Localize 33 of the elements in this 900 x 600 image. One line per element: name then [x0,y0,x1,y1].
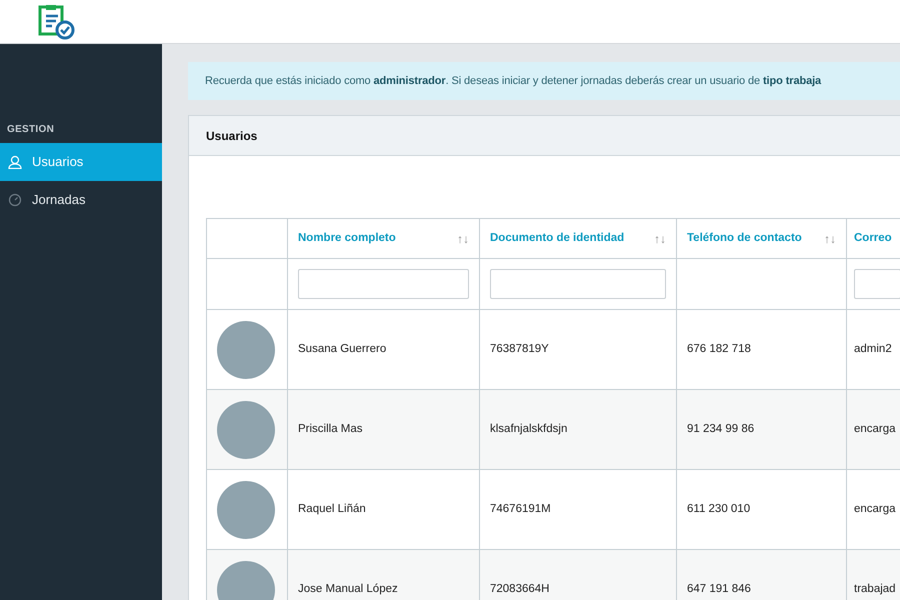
gauge-icon [8,193,22,207]
card-header: Usuarios [189,116,900,156]
table-cell: 76387819Y [490,342,549,355]
column-header[interactable]: Teléfono de contacto [687,230,802,248]
filter-field[interactable] [854,269,900,299]
table-cell: admin2 [854,342,892,355]
filter-field[interactable] [298,269,469,299]
sidebar-item[interactable]: Usuarios [0,143,162,181]
sidebar-section-title: GESTION [6,123,56,137]
table-cell: 676 182 718 [687,342,751,355]
table-cell: Jose Manual López [298,582,398,595]
sidebar-item[interactable]: Jornadas [0,181,162,219]
column-header[interactable]: Nombre completo [298,230,396,248]
clipboard-check-logo [36,4,76,40]
table-cell: Priscilla Mas [298,422,363,435]
info-alert: Recuerda que estás iniciado como administrador. Si deseas iniciar y detener jornadas deberás crear un usuario de tipo trabaja [188,62,900,100]
table-cell: Susana Guerrero [298,342,386,355]
filter-field[interactable] [490,269,666,299]
table-cell: 647 191 846 [687,582,751,595]
table-cell: klsafnjalskfdsjn [490,422,568,435]
table-cell: trabajad [854,582,896,595]
table-cell: 74676191M [490,502,551,515]
sort-icon[interactable]: ↑↓ [457,230,469,248]
table-cell: 91 234 99 86 [687,422,754,435]
table-cell: Raquel Liñán [298,502,366,515]
sort-icon[interactable]: ↑↓ [824,230,836,248]
table-cell: encarga [854,422,896,435]
column-header[interactable]: Documento de identidad [490,230,624,248]
user-icon [8,155,22,169]
table-cell: 72083664H [490,582,550,595]
table-cell: encarga [854,502,896,515]
table-cell: 611 230 010 [687,502,750,515]
sort-icon[interactable]: ↑↓ [654,230,666,248]
